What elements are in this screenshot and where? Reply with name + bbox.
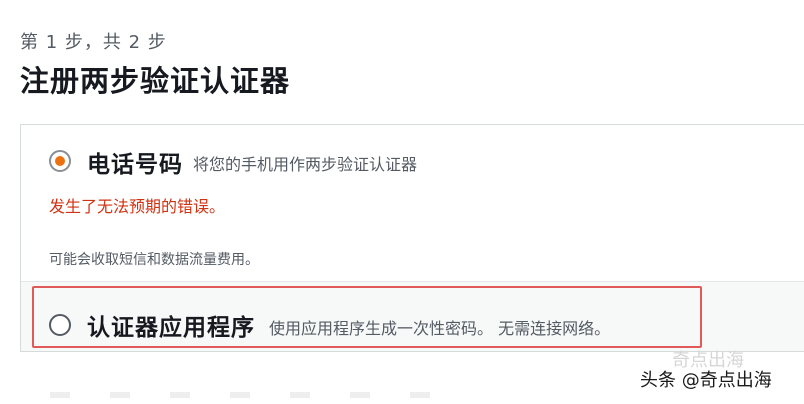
highlight-annotation xyxy=(32,286,702,348)
fee-note: 可能会收取短信和数据流量费用。 xyxy=(49,252,259,268)
faint-text-remnant xyxy=(50,392,470,398)
page-title: 注册两步验证认证器 xyxy=(20,64,291,98)
error-message: 发生了无法预期的错误。 xyxy=(49,197,226,216)
option-phone-number[interactable]: 电话号码 将您的手机用作两步验证认证器 发生了无法预期的错误。 可能会收取短信和… xyxy=(21,125,804,281)
phone-radio-button[interactable] xyxy=(49,150,71,172)
step-indicator: 第 1 步，共 2 步 xyxy=(20,32,167,53)
page: 第 1 步，共 2 步 注册两步验证认证器 电话号码 将您的手机用作两步验证认证… xyxy=(0,0,804,404)
phone-option-description: 将您的手机用作两步验证认证器 xyxy=(193,155,418,174)
watermark: 头条 @奇点出海 xyxy=(640,370,772,391)
phone-option-title: 电话号码 xyxy=(87,152,183,178)
